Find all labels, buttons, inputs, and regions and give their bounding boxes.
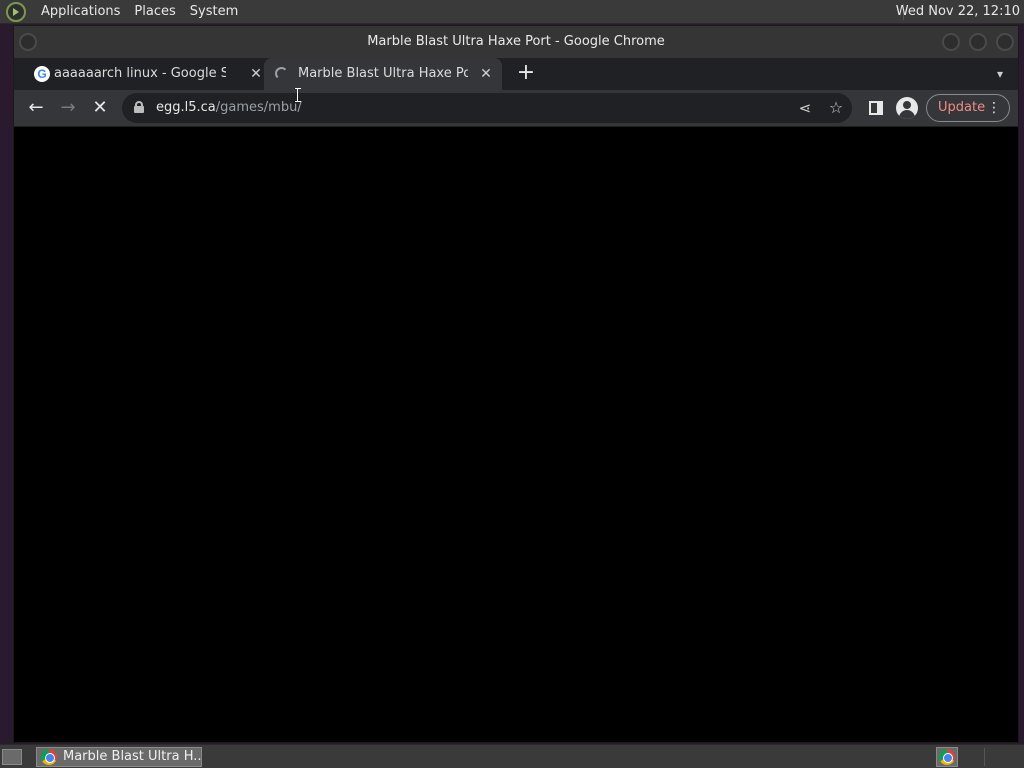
forward-arrow-icon[interactable]: →	[56, 96, 80, 120]
maximize-button[interactable]	[969, 33, 987, 51]
taskbar-window-label: Marble Blast Ultra H...	[63, 749, 201, 764]
close-tab-icon[interactable]: ✕	[478, 66, 494, 82]
chrome-icon	[41, 749, 57, 765]
distro-logo-icon[interactable]	[6, 1, 26, 22]
google-icon: G	[34, 66, 50, 82]
browser-toolbar: ← → ✕ egg.l5.ca/games/mbu/ ⋖ ☆ Update ⋮	[14, 90, 1018, 126]
url-host: egg.l5.ca	[156, 100, 216, 115]
tab-label: aaaaaarch linux - Google Sear	[54, 66, 226, 81]
address-bar[interactable]: egg.l5.ca/games/mbu/ ⋖ ☆	[122, 93, 852, 123]
minimize-button[interactable]	[942, 33, 960, 51]
chrome-icon	[939, 749, 955, 765]
update-button[interactable]: Update ⋮	[926, 94, 1010, 122]
chrome-window: Marble Blast Ultra Haxe Port - Google Ch…	[13, 25, 1019, 743]
kebab-menu-icon[interactable]: ⋮	[987, 95, 1001, 121]
clock[interactable]: Wed Nov 22, 12:10	[896, 4, 1020, 19]
workspace-chrome-icon[interactable]	[936, 747, 958, 767]
window-titlebar[interactable]: Marble Blast Ultra Haxe Port - Google Ch…	[14, 26, 1018, 58]
window-title: Marble Blast Ultra Haxe Port - Google Ch…	[367, 34, 665, 49]
close-tab-icon[interactable]: ✕	[248, 66, 264, 82]
profile-avatar-icon[interactable]	[896, 97, 918, 119]
url-path: /games/mbu/	[215, 100, 302, 115]
close-window-button[interactable]	[996, 33, 1014, 51]
menu-applications[interactable]: Applications	[34, 4, 127, 19]
menu-system[interactable]: System	[183, 4, 245, 19]
show-desktop-icon[interactable]	[2, 749, 22, 765]
window-menu-button[interactable]	[19, 33, 37, 51]
tab-strip: G aaaaaarch linux - Google Sear ✕ Marble…	[14, 58, 1018, 90]
side-panel-icon[interactable]	[869, 101, 883, 115]
taskbar-window-button[interactable]: Marble Blast Ultra H...	[36, 747, 202, 767]
update-label: Update	[938, 100, 986, 115]
url-text[interactable]: egg.l5.ca/games/mbu/	[156, 93, 302, 123]
top-panel: Applications Places System Wed Nov 22, 1…	[0, 0, 1024, 24]
share-icon[interactable]: ⋖	[794, 96, 816, 120]
tab-google-search[interactable]: G aaaaaarch linux - Google Sear ✕	[24, 58, 262, 90]
tab-label: Marble Blast Ultra Haxe Port	[298, 66, 468, 81]
tab-marble-blast[interactable]: Marble Blast Ultra Haxe Port ✕	[264, 58, 502, 90]
back-arrow-icon[interactable]: ←	[24, 96, 48, 120]
text-cursor-icon	[295, 88, 302, 102]
loading-spinner-icon	[275, 67, 288, 80]
page-viewport[interactable]	[14, 127, 1018, 742]
bottom-panel: Marble Blast Ultra H...	[0, 744, 1024, 768]
new-tab-plus-icon[interactable]: +	[514, 62, 538, 86]
menu-places[interactable]: Places	[127, 4, 182, 19]
stop-loading-icon[interactable]: ✕	[88, 96, 112, 120]
tab-search-chevron-down-icon[interactable]: ▾	[992, 66, 1008, 82]
bookmark-star-icon[interactable]: ☆	[825, 96, 847, 120]
panel-separator	[984, 748, 985, 766]
lock-icon[interactable]	[134, 101, 144, 113]
